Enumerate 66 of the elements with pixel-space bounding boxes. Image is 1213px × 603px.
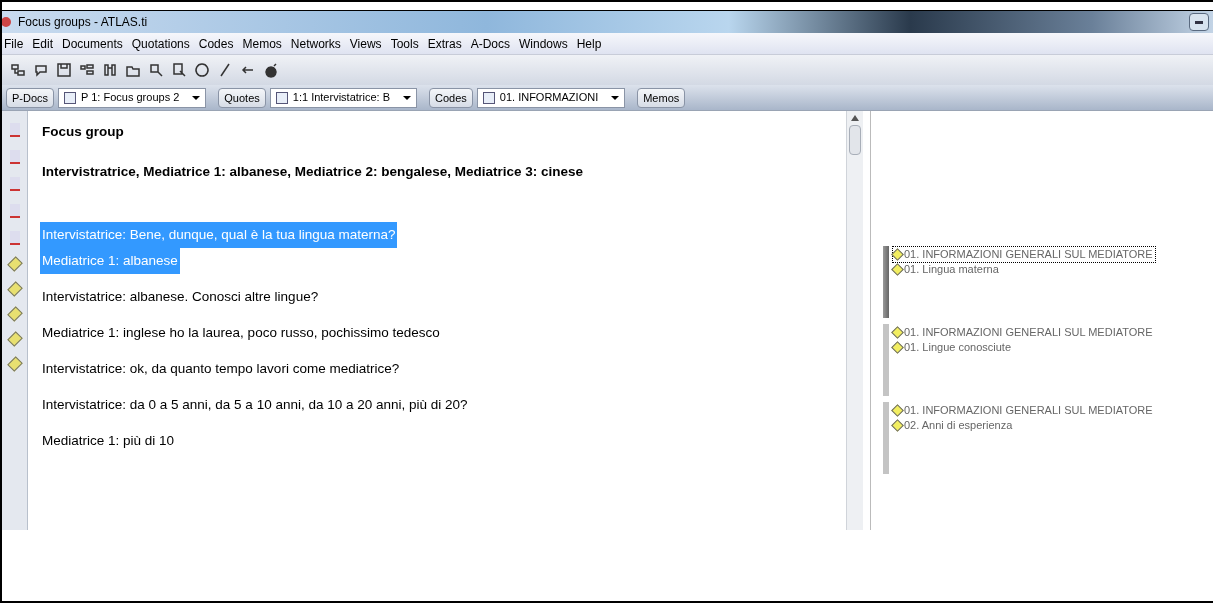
- dropdown-label: P 1: Focus groups 2: [81, 90, 180, 106]
- menu-item[interactable]: File: [4, 34, 24, 53]
- menu-item[interactable]: Help: [576, 34, 602, 53]
- tool-icon[interactable]: [9, 204, 20, 218]
- tool-icon[interactable]: [9, 177, 20, 191]
- navigator-button[interactable]: P-Docs: [6, 87, 55, 108]
- document-icon: [482, 91, 495, 104]
- document-line: Mediatrice 1: più di 10: [41, 432, 176, 450]
- window-title: Focus groups - ATLAS.ti: [18, 14, 148, 31]
- menu-item[interactable]: Memos: [242, 34, 282, 53]
- save-icon[interactable]: [56, 62, 72, 78]
- menu-item[interactable]: Tools: [390, 34, 419, 53]
- document-line: Intervistratrice, Mediatrice 1: albanese, Mediatrice 2: bengalese, Mediatrice 3: cinese: [41, 163, 584, 181]
- menu-item[interactable]: Documents: [62, 34, 123, 53]
- bomb-icon[interactable]: [263, 62, 279, 78]
- code-icon: [891, 263, 904, 276]
- document-line: Intervistatrice: albanese. Conosci altre lingue?: [41, 288, 320, 306]
- navigator-button[interactable]: Codes: [429, 87, 473, 108]
- tool-icon[interactable]: [9, 150, 20, 164]
- navigator-dropdown[interactable]: 1:1 Intervistatrice: B: [269, 87, 417, 108]
- caret-icon: [192, 95, 201, 100]
- app-icon: [2, 15, 14, 29]
- navigator-dropdown[interactable]: 01. INFORMAZIONI: [476, 87, 626, 108]
- code-icon: [891, 326, 904, 339]
- code-label[interactable]: 01. INFORMAZIONI GENERALI SUL MEDIATORE: [893, 325, 1155, 340]
- code-icon: [891, 341, 904, 354]
- navigator-dropdown[interactable]: P 1: Focus groups 2: [58, 87, 207, 108]
- search-icon[interactable]: [171, 62, 187, 78]
- menu-item[interactable]: Windows: [519, 34, 568, 53]
- list-icon[interactable]: [79, 62, 95, 78]
- menu-item[interactable]: Codes: [198, 34, 234, 53]
- menu-item[interactable]: Networks: [290, 34, 341, 53]
- search-icon[interactable]: [148, 62, 164, 78]
- caret-icon: [611, 95, 620, 100]
- document-line: Intervistatrice: da 0 a 5 anni, da 5 a 10 anni, da 10 a 20 anni, più di 20?: [41, 396, 469, 414]
- menu-item[interactable]: A-Docs: [470, 34, 510, 53]
- code-icon: [891, 419, 904, 432]
- document-icon: [64, 91, 77, 104]
- code-icon: [891, 248, 904, 261]
- dropdown-label: 01. INFORMAZIONI: [499, 90, 599, 106]
- code-label[interactable]: 02. Anni di esperienza: [893, 418, 1155, 433]
- navigator-button[interactable]: Memos: [637, 87, 686, 108]
- minimize-button[interactable]: [1189, 13, 1209, 31]
- document-line: Intervistatrice: ok, da quanto tempo lavori come mediatrice?: [41, 360, 401, 378]
- scroll-up-icon[interactable]: [851, 115, 859, 121]
- code-label[interactable]: 01. Lingua materna: [893, 262, 1155, 277]
- document-icon: [275, 91, 288, 104]
- menu-item[interactable]: Edit: [32, 34, 54, 53]
- dropdown-label: 1:1 Intervistatrice: B: [292, 90, 390, 106]
- menu-item[interactable]: Quotations: [131, 34, 190, 53]
- speech-bubble-icon[interactable]: [33, 62, 49, 78]
- tool-icon[interactable]: [9, 231, 20, 245]
- scrollbar[interactable]: [846, 111, 863, 530]
- code-label[interactable]: 01. INFORMAZIONI GENERALI SUL MEDIATORE: [893, 403, 1155, 418]
- caret-icon: [403, 95, 411, 100]
- scroll-thumb[interactable]: [849, 125, 861, 155]
- document-line: Mediatrice 1: inglese ho la laurea, poco russo, pochissimo tedesco: [41, 324, 441, 342]
- menu-item[interactable]: Views: [349, 34, 382, 53]
- code-icon: [891, 404, 904, 417]
- navigator-button[interactable]: Quotes: [218, 87, 266, 108]
- tool-icon[interactable]: [9, 123, 20, 137]
- document-line: Focus group: [41, 123, 125, 141]
- tree-icon[interactable]: [10, 62, 26, 78]
- code-label[interactable]: 01. INFORMAZIONI GENERALI SUL MEDIATORE: [893, 247, 1155, 262]
- code-label[interactable]: 01. Lingue conosciute: [893, 340, 1155, 355]
- menu-item[interactable]: Extras: [427, 34, 462, 53]
